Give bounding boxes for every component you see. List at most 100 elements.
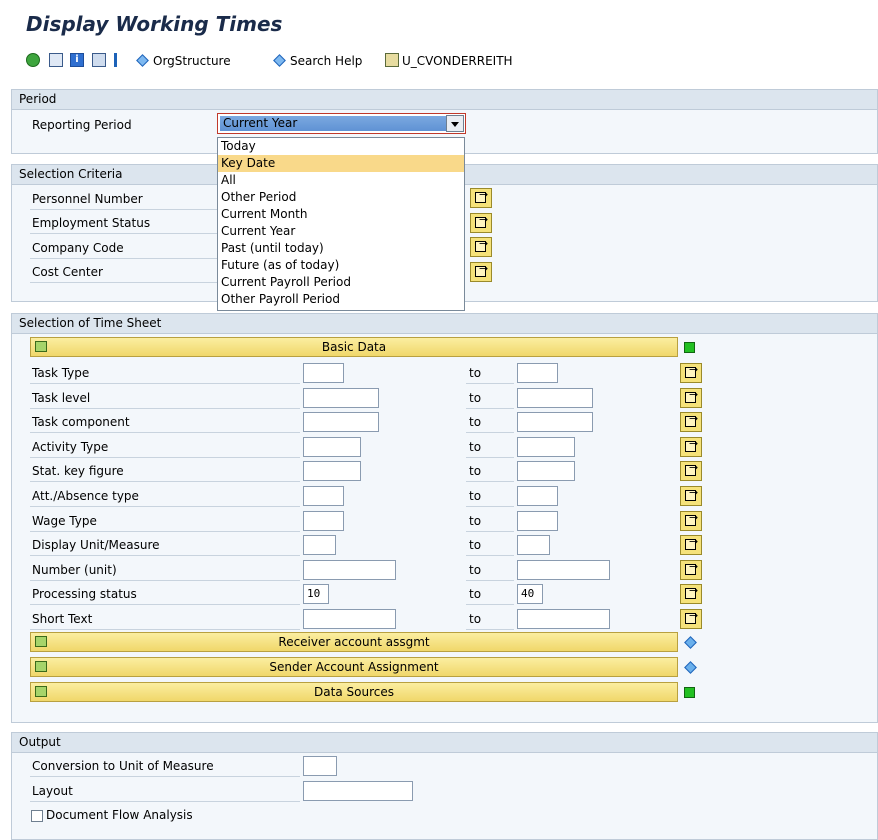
multiple-selection-button[interactable] <box>680 584 702 605</box>
document-flow-checkbox[interactable] <box>31 810 43 822</box>
to-input[interactable] <box>517 461 575 482</box>
basic-data-section[interactable]: Basic Data <box>30 337 678 357</box>
expand-section-icon <box>35 686 47 697</box>
layout-input[interactable] <box>303 781 413 801</box>
time-sheet-row: Att./Absence type <box>30 485 300 507</box>
multiple-selection-button[interactable] <box>680 486 702 506</box>
to-input[interactable] <box>517 559 610 580</box>
multiple-selection-button[interactable] <box>680 363 702 383</box>
from-input[interactable] <box>303 436 361 457</box>
from-input[interactable] <box>303 461 361 482</box>
orgstructure-button[interactable]: OrgStructure <box>136 54 231 68</box>
diamond-icon <box>273 54 286 67</box>
option-current-payroll-period[interactable]: Current Payroll Period <box>218 274 464 291</box>
chevron-down-icon[interactable] <box>446 115 464 132</box>
option-current-year[interactable]: Current Year <box>218 223 464 240</box>
page-title: Display Working Times <box>26 12 283 36</box>
to-cell: to <box>466 534 514 557</box>
selection-options-icon[interactable] <box>92 53 106 67</box>
option-all[interactable]: All <box>218 172 464 189</box>
time-sheet-row: Task level <box>30 387 300 409</box>
option-today[interactable]: Today <box>218 138 464 155</box>
to-input[interactable] <box>517 436 575 457</box>
option-other-payroll-period[interactable]: Other Payroll Period <box>218 291 464 308</box>
status-green-icon <box>684 342 695 353</box>
from-input[interactable] <box>303 559 396 580</box>
time-sheet-row: Task component <box>30 411 300 434</box>
to-input[interactable] <box>517 363 558 383</box>
user-label[interactable]: U_CVONDERREITH <box>402 54 513 68</box>
from-input[interactable]: 10 <box>303 584 329 605</box>
variant-icon[interactable] <box>49 53 63 67</box>
option-future[interactable]: Future (as of today) <box>218 257 464 274</box>
from-input[interactable] <box>303 609 396 629</box>
multiple-selection-button[interactable] <box>470 237 492 257</box>
multiple-selection-button[interactable] <box>470 213 492 233</box>
to-input[interactable] <box>517 486 558 506</box>
time-sheet-row: Number (unit) <box>30 559 300 581</box>
multiple-selection-button[interactable] <box>680 461 702 482</box>
status-green-icon <box>684 687 695 698</box>
to-cell: to <box>466 436 514 458</box>
option-current-month[interactable]: Current Month <box>218 206 464 223</box>
time-sheet-row: Stat. key figure <box>30 460 300 483</box>
criteria-row: Employment Status <box>30 212 220 234</box>
info-icon[interactable]: i <box>70 53 84 67</box>
to-cell: to <box>466 485 514 507</box>
to-cell: to <box>466 411 514 434</box>
search-help-button[interactable]: Search Help <box>273 54 362 68</box>
multiple-selection-button[interactable] <box>680 436 702 457</box>
multiple-selection-button[interactable] <box>680 412 702 433</box>
document-flow-label: Document Flow Analysis <box>46 808 193 822</box>
title-bar: Display Working Times <box>0 0 878 44</box>
to-cell: to <box>466 608 514 630</box>
time-sheet-row: Short Text <box>30 608 300 630</box>
criteria-row: Company Code <box>30 237 220 259</box>
multiple-selection-button[interactable] <box>470 188 492 208</box>
multiple-selection-button[interactable] <box>680 535 702 556</box>
conversion-unit-input[interactable] <box>303 756 337 776</box>
multiple-selection-button[interactable] <box>680 559 702 580</box>
expand-section-icon <box>35 636 47 647</box>
from-input[interactable] <box>303 486 344 506</box>
to-input[interactable] <box>517 387 593 408</box>
multiple-selection-button[interactable] <box>680 609 702 629</box>
data-sources-section[interactable]: Data Sources <box>30 682 678 702</box>
from-input[interactable] <box>303 412 379 433</box>
user-icon <box>385 53 399 67</box>
to-input[interactable]: 40 <box>517 584 543 605</box>
expand-section-icon <box>35 341 47 352</box>
execute-icon[interactable] <box>26 53 40 67</box>
from-input[interactable] <box>303 363 344 383</box>
to-cell: to <box>466 559 514 581</box>
receiver-account-section[interactable]: Receiver account assgmt <box>30 632 678 652</box>
to-cell: to <box>466 583 514 606</box>
multiple-selection-button[interactable] <box>680 510 702 531</box>
output-row: Layout <box>30 780 300 802</box>
to-cell: to <box>466 387 514 409</box>
to-input[interactable] <box>517 609 610 629</box>
time-sheet-row: Wage Type <box>30 510 300 532</box>
criteria-row: Personnel Number <box>30 188 220 210</box>
time-sheet-row: Activity Type <box>30 436 300 458</box>
to-input[interactable] <box>517 535 550 556</box>
reporting-period-select[interactable]: Current Year <box>217 113 466 134</box>
from-input[interactable] <box>303 510 344 531</box>
to-input[interactable] <box>517 510 558 531</box>
from-input[interactable] <box>303 387 379 408</box>
diamond-icon <box>136 54 149 67</box>
reporting-period-label: Reporting Period <box>32 118 132 132</box>
to-cell: to <box>466 510 514 532</box>
time-sheet-header: Selection of Time Sheet <box>12 314 877 334</box>
multiple-selection-button[interactable] <box>680 387 702 408</box>
sender-account-section[interactable]: Sender Account Assignment <box>30 657 678 677</box>
multiple-selection-button[interactable] <box>470 262 492 282</box>
multiple-selection-icon[interactable] <box>114 53 128 67</box>
from-input[interactable] <box>303 535 336 556</box>
option-other-period[interactable]: Other Period <box>218 189 464 206</box>
to-input[interactable] <box>517 412 593 433</box>
option-key-date[interactable]: Key Date <box>218 155 464 172</box>
reporting-period-options: Today Key Date All Other Period Current … <box>217 137 465 311</box>
option-past[interactable]: Past (until today) <box>218 240 464 257</box>
period-header: Period <box>12 90 877 110</box>
